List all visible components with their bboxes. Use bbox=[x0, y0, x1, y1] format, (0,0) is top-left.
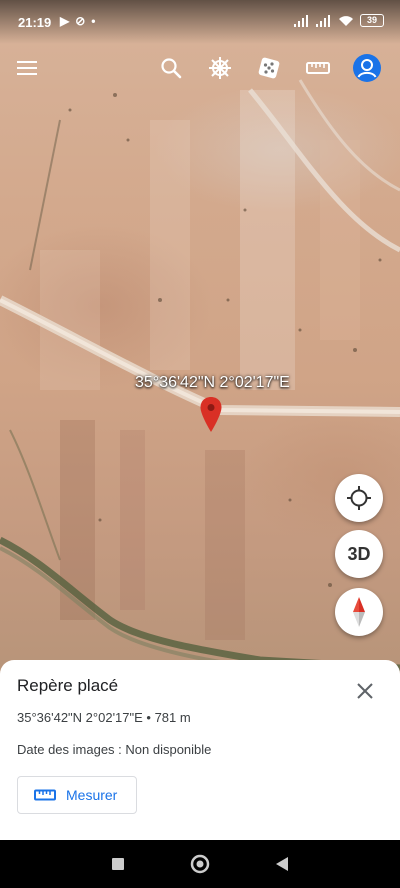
close-icon[interactable] bbox=[354, 680, 376, 702]
clock: 21:19 bbox=[18, 15, 52, 30]
sheet-title: Repère placé bbox=[17, 676, 119, 695]
search-icon bbox=[161, 58, 182, 79]
coordinates-elevation: 35°36'42"N 2°02'17"E • 781 m bbox=[17, 710, 191, 725]
system-navigation-bar bbox=[0, 840, 400, 888]
no-entry-icon: ⊘ bbox=[75, 14, 86, 28]
compass-button[interactable] bbox=[335, 588, 383, 636]
play-icon: ▶ bbox=[60, 14, 70, 28]
wifi-icon bbox=[339, 15, 353, 26]
pin-coordinates-label: 35°36'42"N 2°02'17"E bbox=[135, 374, 290, 391]
random-dice-icon bbox=[258, 57, 280, 79]
compass-icon bbox=[353, 597, 365, 627]
account-icon bbox=[353, 54, 381, 82]
crosshair-icon bbox=[347, 486, 371, 510]
account-button[interactable] bbox=[351, 52, 383, 84]
placemark-pin-icon[interactable] bbox=[199, 396, 223, 434]
home-button[interactable] bbox=[188, 852, 212, 876]
ruler-icon bbox=[34, 789, 56, 801]
notification-icons: ▶ ⊘ • bbox=[60, 14, 96, 28]
measure-button[interactable]: Mesurer bbox=[17, 776, 137, 814]
3d-label: 3D bbox=[347, 543, 371, 564]
placemark-bottom-sheet: Repère placé 35°36'42"N 2°02'17"E • 781 … bbox=[0, 660, 400, 840]
status-bar: 21:19 ▶ ⊘ • 39 bbox=[0, 0, 400, 44]
circle-icon bbox=[190, 854, 210, 874]
triangle-back-icon bbox=[276, 857, 288, 871]
battery-icon: 39 bbox=[360, 14, 384, 27]
ruler-icon bbox=[306, 62, 330, 74]
dot-icon: • bbox=[91, 14, 96, 28]
square-icon bbox=[112, 858, 124, 870]
signal-icon bbox=[316, 14, 332, 27]
signal-icon bbox=[294, 14, 310, 27]
toggle-3d-button[interactable]: 3D bbox=[335, 530, 383, 578]
search-button[interactable] bbox=[155, 52, 187, 84]
voyager-icon bbox=[209, 57, 231, 79]
menu-button[interactable] bbox=[12, 52, 44, 84]
menu-icon bbox=[17, 61, 37, 75]
top-toolbar bbox=[0, 48, 400, 88]
system-icons: 39 bbox=[294, 14, 384, 27]
voyager-button[interactable] bbox=[204, 52, 236, 84]
my-location-button[interactable] bbox=[335, 474, 383, 522]
recents-button[interactable] bbox=[106, 852, 130, 876]
imagery-date: Date des images : Non disponible bbox=[17, 742, 212, 757]
measure-ruler-button[interactable] bbox=[302, 52, 334, 84]
measure-label: Mesurer bbox=[66, 787, 118, 803]
random-dice-button[interactable] bbox=[253, 52, 285, 84]
satellite-map[interactable] bbox=[0, 0, 400, 680]
back-button[interactable] bbox=[270, 852, 294, 876]
